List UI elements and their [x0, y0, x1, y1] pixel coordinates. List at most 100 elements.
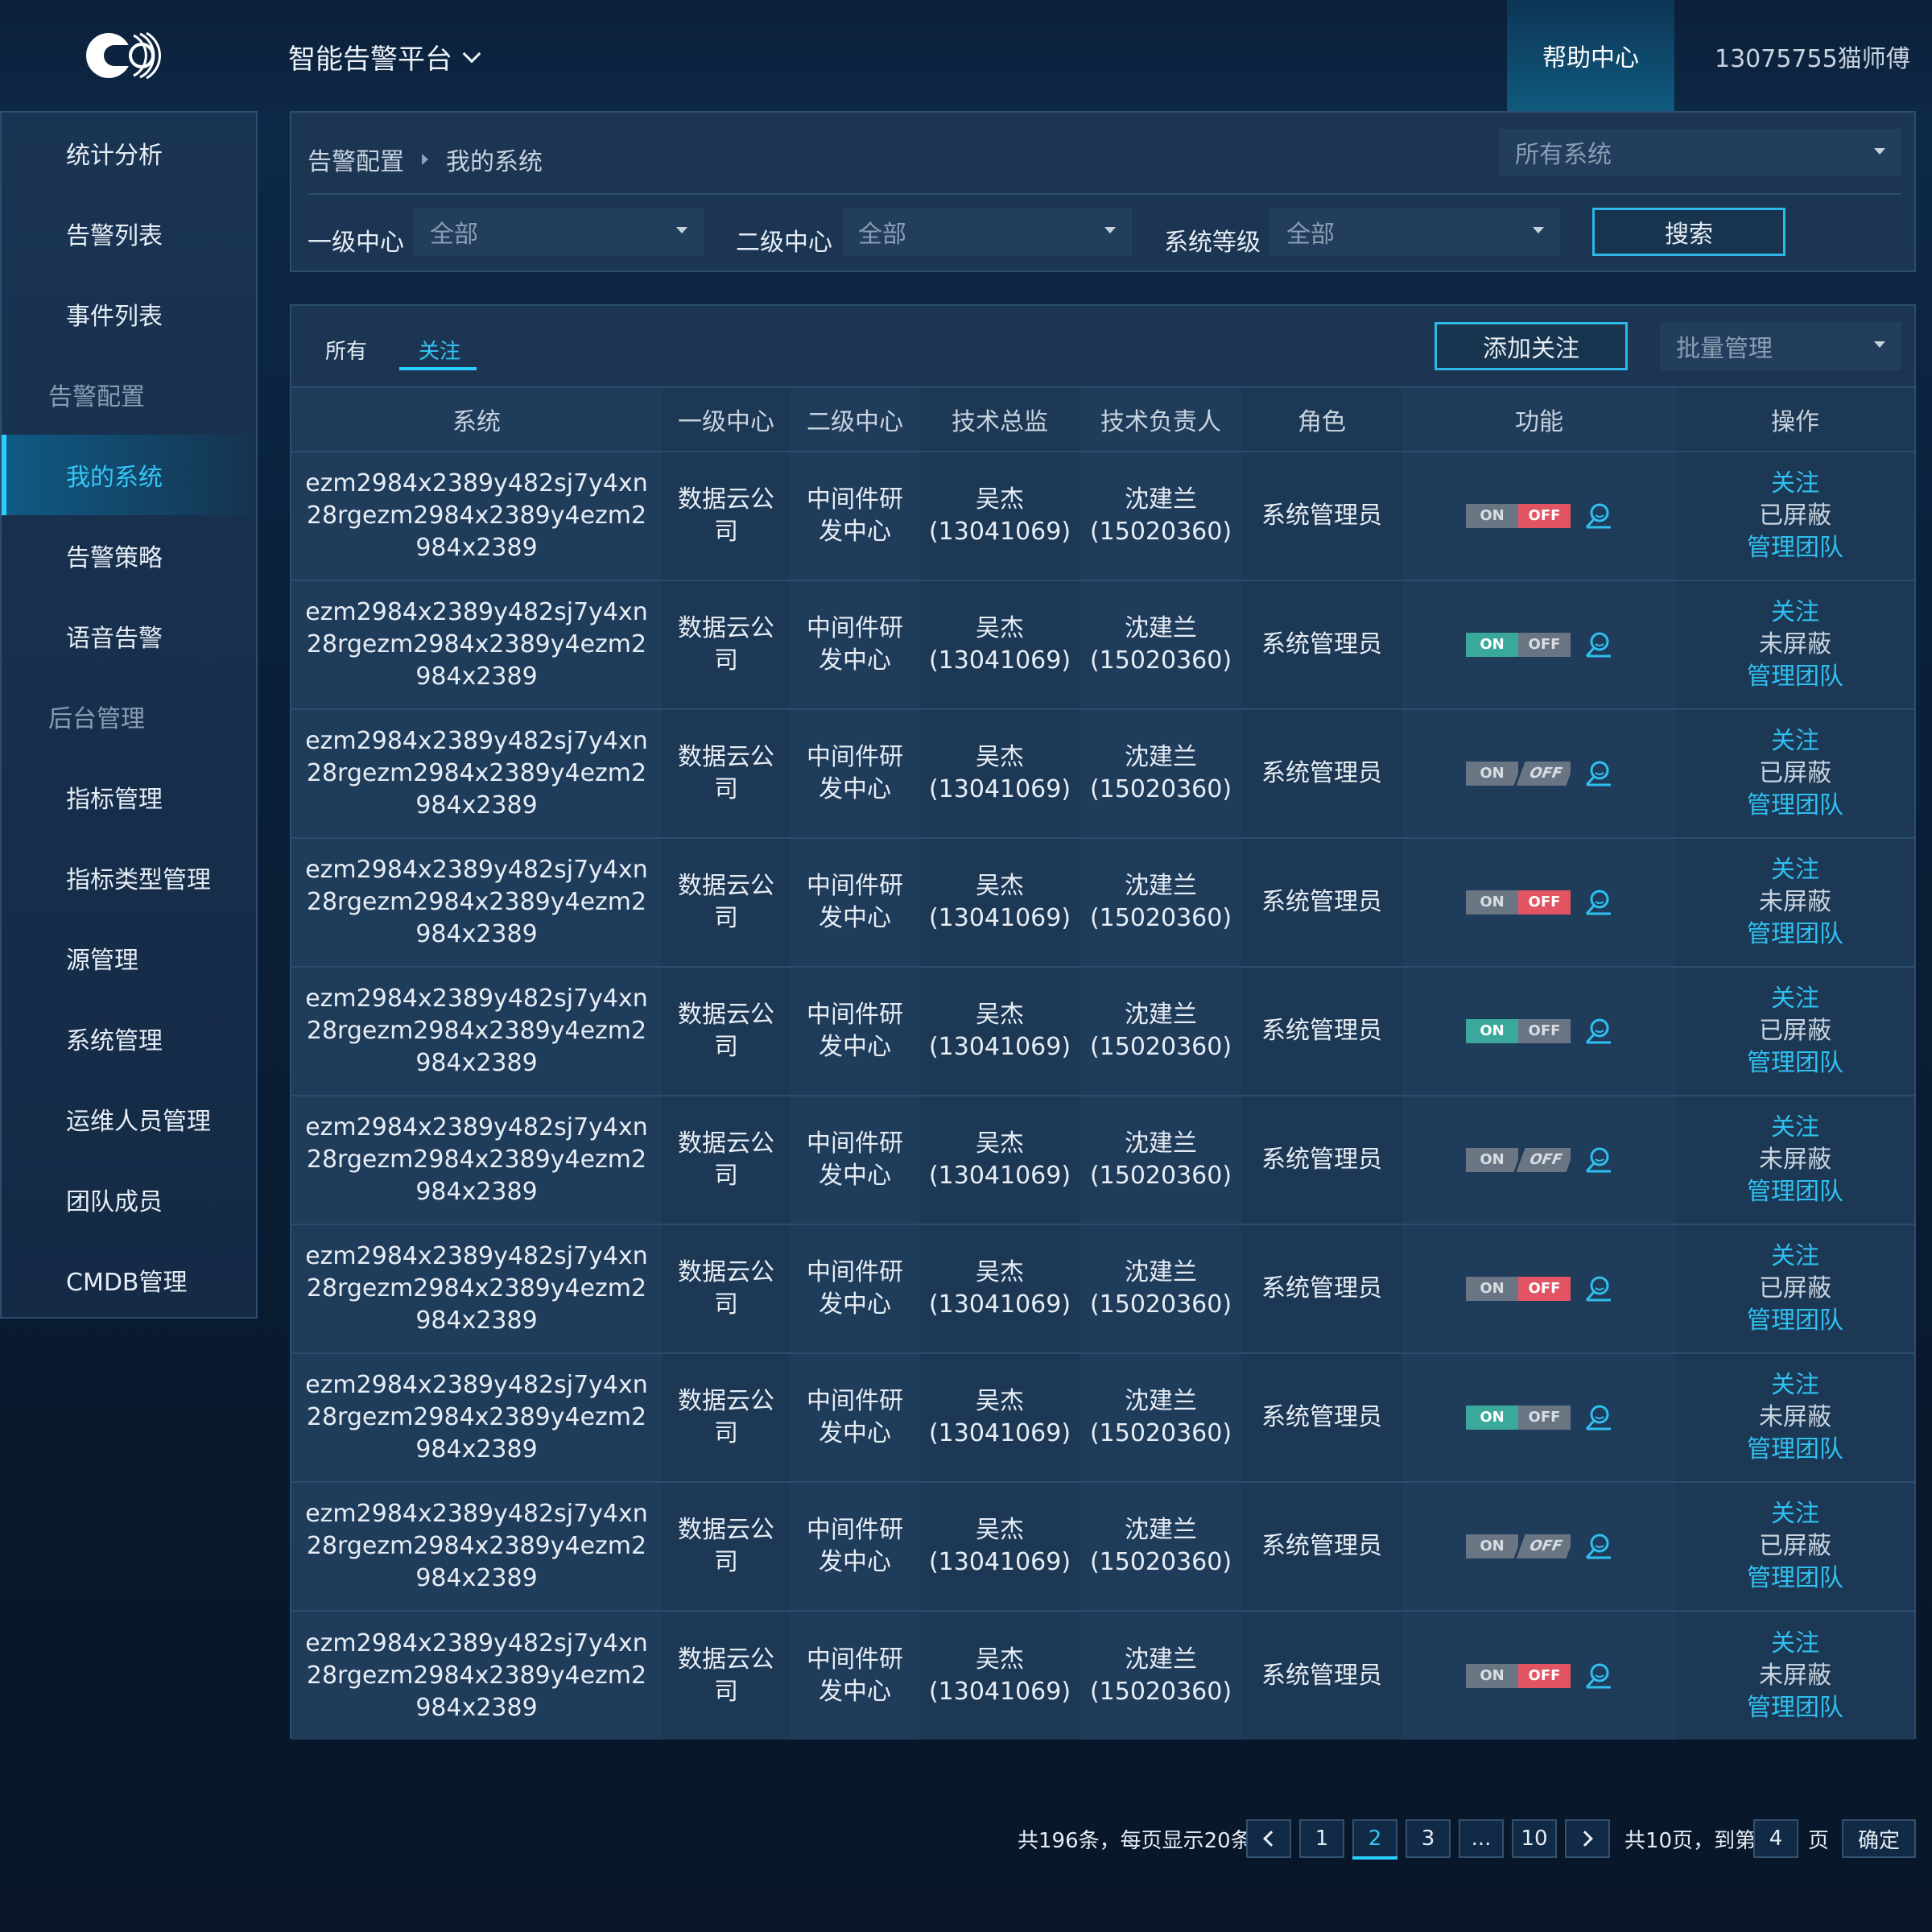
mute-status[interactable]: 未屏蔽: [1684, 1144, 1906, 1176]
mute-status[interactable]: 已屏蔽: [1684, 1015, 1906, 1047]
mute-status[interactable]: 已屏蔽: [1684, 1273, 1906, 1305]
grade-select[interactable]: 全部: [1270, 208, 1560, 256]
favorite-link[interactable]: 关注: [1684, 597, 1906, 629]
level1-select-value: 全部: [430, 221, 478, 249]
sidebar-item[interactable]: 统计分析: [2, 113, 256, 193]
help-center-tab[interactable]: 帮助中心: [1507, 0, 1674, 111]
level2-select[interactable]: 全部: [842, 208, 1132, 256]
favorite-link[interactable]: 关注: [1684, 1369, 1906, 1402]
mute-status[interactable]: 未屏蔽: [1684, 1660, 1906, 1692]
sidebar-item[interactable]: 源管理: [2, 918, 256, 998]
add-favorite-button[interactable]: 添加关注: [1435, 322, 1628, 370]
manage-team-link[interactable]: 管理团队: [1684, 532, 1906, 564]
goto-page-input[interactable]: 4: [1753, 1819, 1798, 1858]
user-search-icon[interactable]: [1583, 1662, 1612, 1690]
sidebar-item[interactable]: 事件列表: [2, 274, 256, 354]
sidebar-item[interactable]: 指标类型管理: [2, 837, 256, 918]
function-cell: ON OFF: [1402, 1352, 1676, 1482]
user-search-icon[interactable]: [1583, 1532, 1612, 1561]
tab-favorites[interactable]: 关注: [419, 335, 460, 365]
sidebar-item[interactable]: 告警策略: [2, 515, 256, 596]
favorite-link[interactable]: 关注: [1684, 468, 1906, 500]
user-account[interactable]: 13075755猫师傅: [1715, 39, 1910, 74]
on-off-toggle[interactable]: ON OFF: [1466, 1148, 1571, 1172]
on-off-toggle[interactable]: ON OFF: [1466, 1277, 1571, 1301]
column-header: 功能: [1402, 386, 1676, 452]
on-off-toggle[interactable]: ON OFF: [1466, 504, 1571, 528]
manage-team-link[interactable]: 管理团队: [1684, 1692, 1906, 1724]
on-off-toggle[interactable]: ON OFF: [1466, 1019, 1571, 1043]
manage-team-link[interactable]: 管理团队: [1684, 919, 1906, 951]
batch-manage-label: 批量管理: [1676, 335, 1773, 363]
search-button[interactable]: 搜索: [1592, 208, 1785, 256]
goto-confirm-button[interactable]: 确定: [1842, 1819, 1916, 1858]
mute-status[interactable]: 未屏蔽: [1684, 629, 1906, 661]
page-button[interactable]: 1: [1299, 1819, 1344, 1858]
manage-team-link[interactable]: 管理团队: [1684, 1047, 1906, 1080]
breadcrumb-parent[interactable]: 告警配置: [308, 142, 404, 177]
table-row: ezm2984x2389y482sj7y4xn28rgezm2984x2389y…: [291, 708, 1914, 838]
batch-manage-select[interactable]: 批量管理: [1660, 322, 1901, 370]
operation-cell: 关注 未屏蔽 管理团队: [1676, 1610, 1914, 1740]
on-off-toggle[interactable]: ON OFF: [1466, 1663, 1571, 1688]
manage-team-link[interactable]: 管理团队: [1684, 1434, 1906, 1466]
sidebar-item[interactable]: 系统管理: [2, 998, 256, 1079]
favorite-link[interactable]: 关注: [1684, 1241, 1906, 1273]
user-search-icon[interactable]: [1583, 630, 1612, 659]
toggle-on-label: ON: [1466, 1663, 1518, 1688]
level1-select[interactable]: 全部: [414, 208, 704, 256]
mute-status[interactable]: 已屏蔽: [1684, 758, 1906, 790]
user-search-icon[interactable]: [1583, 1017, 1612, 1046]
level1-cell: 数据云公司: [662, 1224, 791, 1353]
user-search-icon[interactable]: [1583, 502, 1612, 530]
prev-page-button[interactable]: [1246, 1819, 1291, 1858]
manage-team-link[interactable]: 管理团队: [1684, 1176, 1906, 1208]
on-off-toggle[interactable]: ON OFF: [1466, 762, 1571, 786]
favorite-link[interactable]: 关注: [1684, 1628, 1906, 1660]
favorite-link[interactable]: 关注: [1684, 983, 1906, 1015]
page-ellipsis[interactable]: ...: [1459, 1819, 1504, 1858]
app-title-dropdown[interactable]: 智能告警平台: [288, 37, 481, 76]
toggle-on-label: ON: [1466, 890, 1518, 914]
level2-cell: 中间件研发中心: [791, 580, 919, 709]
page-button[interactable]: 3: [1406, 1819, 1451, 1858]
table-row: ezm2984x2389y482sj7y4xn28rgezm2984x2389y…: [291, 1610, 1914, 1740]
favorite-link[interactable]: 关注: [1684, 725, 1906, 758]
system-select[interactable]: 所有系统: [1499, 129, 1901, 175]
favorite-link[interactable]: 关注: [1684, 854, 1906, 886]
on-off-toggle[interactable]: ON OFF: [1466, 633, 1571, 657]
on-off-toggle[interactable]: ON OFF: [1466, 1406, 1571, 1430]
user-search-icon[interactable]: [1583, 1146, 1612, 1174]
sidebar-item[interactable]: 运维人员管理: [2, 1079, 256, 1159]
user-search-icon[interactable]: [1583, 1274, 1612, 1303]
breadcrumb-current: 我的系统: [446, 148, 543, 176]
tab-all[interactable]: 所有: [325, 335, 367, 365]
user-search-icon[interactable]: [1583, 1403, 1612, 1432]
mute-status[interactable]: 未屏蔽: [1684, 1402, 1906, 1434]
page-button[interactable]: 10: [1512, 1819, 1557, 1858]
next-page-button[interactable]: [1565, 1819, 1610, 1858]
favorite-link[interactable]: 关注: [1684, 1498, 1906, 1530]
sidebar-item[interactable]: CMDB管理: [2, 1240, 256, 1320]
manage-team-link[interactable]: 管理团队: [1684, 790, 1906, 822]
user-search-icon[interactable]: [1583, 888, 1612, 917]
manage-team-link[interactable]: 管理团队: [1684, 1563, 1906, 1595]
sidebar-item[interactable]: 指标管理: [2, 757, 256, 837]
user-search-icon[interactable]: [1583, 759, 1612, 788]
sidebar-item[interactable]: 语音告警: [2, 596, 256, 676]
mute-status[interactable]: 已屏蔽: [1684, 1530, 1906, 1563]
sidebar-item[interactable]: 团队成员: [2, 1159, 256, 1240]
sidebar-item[interactable]: 我的系统: [2, 435, 256, 515]
manage-team-link[interactable]: 管理团队: [1684, 1305, 1906, 1337]
page-unit-label: 页: [1808, 1828, 1830, 1853]
manage-team-link[interactable]: 管理团队: [1684, 661, 1906, 693]
page-button-current[interactable]: 2: [1352, 1819, 1397, 1860]
mute-status[interactable]: 未屏蔽: [1684, 886, 1906, 919]
sidebar-item[interactable]: 告警列表: [2, 193, 256, 274]
on-off-toggle[interactable]: ON OFF: [1466, 1534, 1571, 1558]
favorite-link[interactable]: 关注: [1684, 1112, 1906, 1144]
on-off-toggle[interactable]: ON OFF: [1466, 890, 1571, 914]
mute-status[interactable]: 已屏蔽: [1684, 500, 1906, 532]
toggle-on-label: ON: [1466, 762, 1518, 786]
table-row: ezm2984x2389y482sj7y4xn28rgezm2984x2389y…: [291, 1352, 1914, 1482]
